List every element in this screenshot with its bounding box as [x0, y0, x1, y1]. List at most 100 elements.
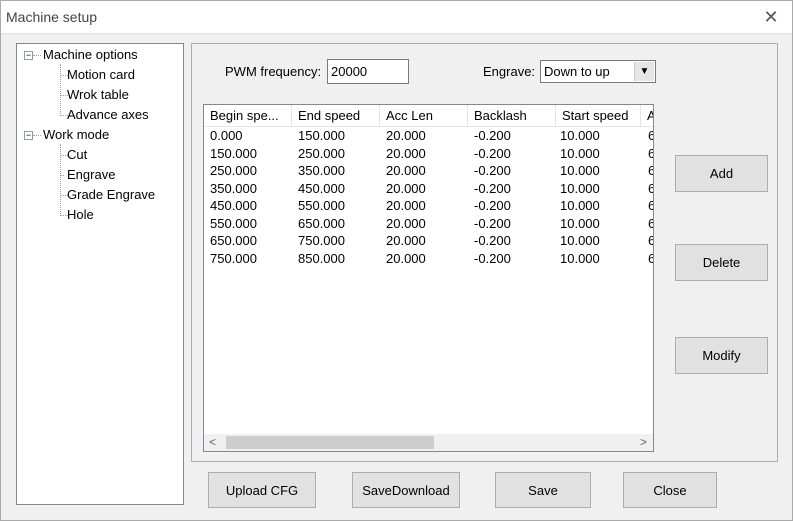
upload-cfg-button-label: Upload CFG [225, 482, 299, 498]
table-cell: 10.000 [560, 215, 600, 231]
table-cell: 6 [648, 128, 653, 143]
table-cell: 750.000 [210, 250, 257, 266]
table-cell: 650.000 [298, 215, 345, 231]
table-header: Begin spe... End speed Acc Len Backlash … [204, 105, 653, 127]
table-row[interactable]: 350.000 450.000 20.000 -0.200 10.000 6 [204, 180, 653, 198]
table-cell: 10.000 [560, 250, 600, 266]
tree-item-motion-card[interactable]: Motion card [65, 66, 137, 84]
modify-button-label: Modify [702, 348, 741, 363]
table-row[interactable]: 450.000 550.000 20.000 -0.200 10.000 6 [204, 197, 653, 215]
table-cell: -0.200 [474, 145, 511, 161]
column-header-backlash[interactable]: Backlash [468, 105, 556, 126]
column-header-begin-speed[interactable]: Begin spe... [204, 105, 292, 126]
tree-item-label: Motion card [67, 67, 135, 82]
add-button-label: Add [709, 166, 734, 181]
table-row[interactable]: 250.000 350.000 20.000 -0.200 10.000 6 [204, 162, 653, 180]
modify-button[interactable]: Modify [675, 337, 768, 374]
delete-button-label: Delete [702, 255, 741, 270]
engrave-direction-label: Engrave: [483, 64, 536, 79]
speed-table[interactable]: Begin spe... End speed Acc Len Backlash … [203, 104, 654, 452]
table-cell: 20.000 [386, 163, 426, 178]
table-row[interactable]: 750.000 850.000 20.000 -0.200 10.000 6 [204, 250, 653, 268]
table-cell: 6 [648, 216, 653, 231]
close-icon[interactable]: ✕ [758, 4, 784, 30]
delete-button[interactable]: Delete [675, 244, 768, 281]
column-header-start-speed[interactable]: Start speed [556, 105, 641, 126]
table-cell: 6 [648, 198, 653, 213]
table-cell: 10.000 [560, 198, 600, 213]
collapse-icon[interactable]: − [24, 131, 33, 140]
table-cell: 6 [648, 181, 653, 196]
table-cell: 10.000 [560, 163, 600, 178]
table-row[interactable]: 550.000 650.000 20.000 -0.200 10.000 6 [204, 215, 653, 233]
table-row[interactable]: 0.000 150.000 20.000 -0.200 10.000 6 [204, 127, 653, 145]
add-button[interactable]: Add [675, 155, 768, 192]
table-row[interactable]: 150.000 250.000 20.000 -0.200 10.000 6 [204, 145, 653, 163]
table-cell: 20.000 [386, 128, 426, 143]
column-header-acc-len[interactable]: Acc Len [380, 105, 468, 126]
close-button[interactable]: Close [623, 472, 717, 508]
dropdown-arrow-icon[interactable]: ▼ [634, 62, 654, 81]
window-title: Machine setup [6, 9, 98, 25]
close-button-label: Close [653, 482, 687, 498]
tree-item-label: Grade Engrave [67, 187, 156, 202]
tree-connector [60, 64, 61, 116]
table-cell: 450.000 [298, 180, 345, 196]
collapse-icon[interactable]: − [24, 51, 33, 60]
tree-item-hole[interactable]: Hole [65, 206, 96, 224]
save-download-button-label: SaveDownload [362, 482, 450, 498]
tree-connector [33, 135, 41, 136]
tree-item-grade-engrave[interactable]: Grade Engrave [65, 186, 157, 204]
table-cell: -0.200 [474, 128, 511, 143]
table-cell: -0.200 [474, 250, 511, 266]
table-cell: 20.000 [386, 145, 426, 161]
table-cell: 250.000 [210, 163, 257, 178]
table-cell: 10.000 [560, 180, 600, 196]
tree-item-wrok-table[interactable]: Wrok table [65, 86, 131, 104]
save-button[interactable]: Save [495, 472, 591, 508]
tree-item-engrave[interactable]: Engrave [65, 166, 118, 184]
column-header-end-speed[interactable]: End speed [292, 105, 380, 126]
table-cell: 550.000 [298, 198, 345, 213]
save-download-button[interactable]: SaveDownload [352, 472, 460, 508]
scroll-left-icon[interactable]: < [204, 434, 221, 451]
column-header-a[interactable]: A [641, 105, 653, 126]
table-cell: -0.200 [474, 180, 511, 196]
tree-item-advance-axes[interactable]: Advance axes [65, 106, 151, 124]
tree-item-machine-options[interactable]: Machine options [41, 46, 140, 64]
table-cell: 20.000 [386, 215, 426, 231]
table-cell: 450.000 [210, 198, 257, 213]
table-cell: -0.200 [474, 163, 511, 178]
tree-item-work-mode[interactable]: Work mode [41, 126, 111, 144]
pwm-frequency-label: PWM frequency: [225, 64, 322, 79]
scroll-right-icon[interactable]: > [635, 434, 652, 451]
settings-tree[interactable]: − Machine options Motion card Wrok table… [16, 43, 184, 505]
scrollbar-thumb[interactable] [226, 436, 434, 449]
table-cell: 650.000 [210, 233, 257, 248]
title-bar: Machine setup ✕ [0, 0, 793, 34]
table-cell: 6 [648, 233, 653, 248]
tree-item-label: Machine options [43, 47, 138, 62]
table-cell: 350.000 [298, 163, 345, 178]
horizontal-scrollbar[interactable]: < > [204, 434, 653, 451]
table-cell: 750.000 [298, 233, 345, 248]
tree-item-cut[interactable]: Cut [65, 146, 89, 164]
tree-item-label: Cut [67, 147, 88, 162]
table-cell: 6 [648, 146, 653, 161]
engrave-direction-value: Down to up [544, 64, 610, 79]
table-cell: 850.000 [298, 250, 345, 266]
tree-item-label: Advance axes [67, 107, 149, 122]
pwm-frequency-input[interactable] [327, 59, 409, 84]
table-row[interactable]: 650.000 750.000 20.000 -0.200 10.000 6 [204, 232, 653, 250]
engrave-direction-select[interactable]: Down to up ▼ [540, 60, 656, 83]
upload-cfg-button[interactable]: Upload CFG [208, 472, 316, 508]
tree-item-label: Wrok table [67, 87, 129, 102]
table-cell: 550.000 [210, 215, 257, 231]
save-button-label: Save [528, 482, 558, 498]
table-cell: 20.000 [386, 250, 426, 266]
table-cell: 250.000 [298, 145, 345, 161]
table-cell: 150.000 [298, 128, 345, 143]
table-cell: 10.000 [560, 145, 600, 161]
tree-item-label: Engrave [65, 167, 118, 182]
table-cell: -0.200 [474, 233, 511, 248]
